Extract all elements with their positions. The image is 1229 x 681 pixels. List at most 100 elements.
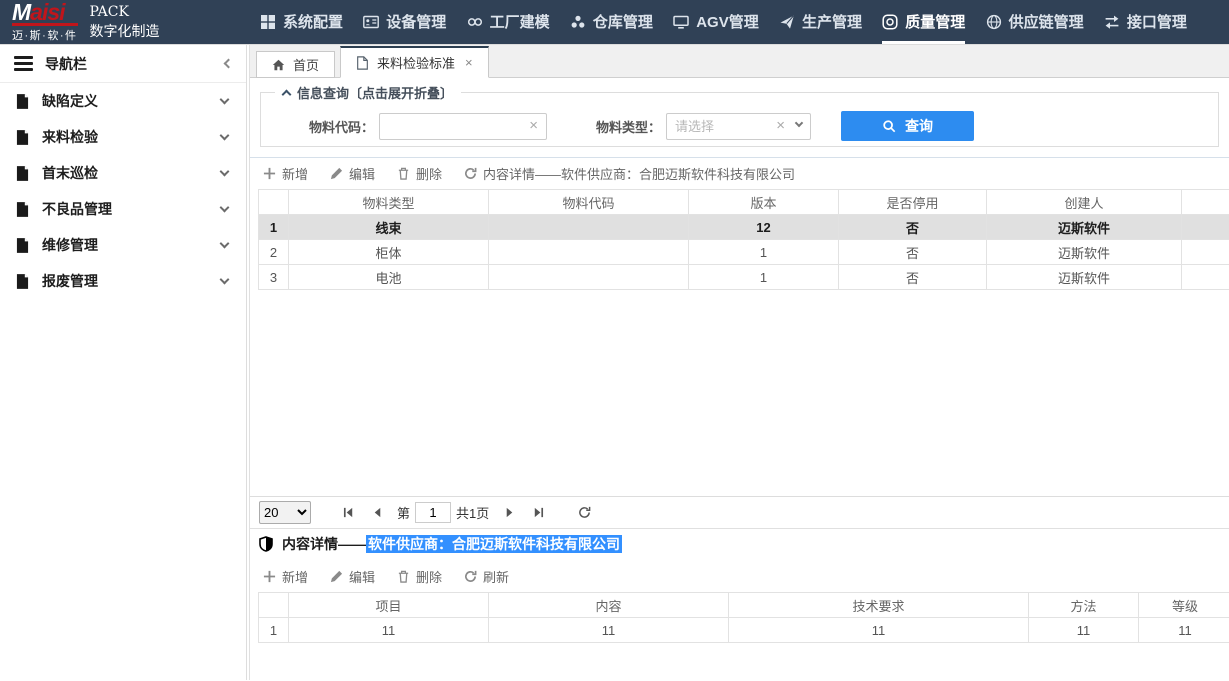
table-row[interactable]: 3电池 1否迈斯软件2 bbox=[259, 265, 1229, 290]
table-cell[interactable]: 迈斯软件 bbox=[987, 240, 1182, 265]
delete-button[interactable]: 删除 bbox=[397, 164, 442, 183]
sidebar-item-3[interactable]: 不良品管理 bbox=[0, 191, 246, 227]
table-cell[interactable]: 11 bbox=[1029, 618, 1139, 643]
table-cell[interactable]: 迈斯软件 bbox=[987, 215, 1182, 240]
column-header[interactable]: 是否停用 bbox=[839, 190, 987, 215]
table-cell[interactable]: 否 bbox=[839, 240, 987, 265]
column-header[interactable]: 技术要求 bbox=[729, 593, 1029, 618]
page-size-select[interactable]: 20 bbox=[259, 501, 311, 524]
sidebar-item-0[interactable]: 缺陷定义 bbox=[0, 83, 246, 119]
table-row[interactable]: 2柜体1否迈斯软件2 bbox=[259, 240, 1229, 265]
clear-icon[interactable]: × bbox=[776, 118, 785, 133]
tab-home[interactable]: 首页 bbox=[256, 51, 335, 78]
tab-label: 首页 bbox=[293, 55, 319, 74]
column-header[interactable]: 创建人 bbox=[987, 190, 1182, 215]
table-cell[interactable] bbox=[489, 265, 689, 290]
column-header[interactable]: 项目 bbox=[289, 593, 489, 618]
nav-item-quality[interactable]: 质量管理 bbox=[882, 0, 965, 44]
nav-item-modules[interactable]: 系统配置 bbox=[260, 0, 343, 44]
table-cell[interactable]: 2 bbox=[1182, 240, 1229, 265]
sidebar-item-5[interactable]: 报废管理 bbox=[0, 263, 246, 299]
material-code-input[interactable] bbox=[379, 113, 547, 140]
detail-toolbar: 新增 编辑 删除 刷新 bbox=[250, 558, 1229, 592]
table-cell[interactable]: 12 bbox=[689, 215, 839, 240]
page-number-input[interactable] bbox=[415, 502, 451, 523]
table-cell[interactable]: 1 bbox=[689, 240, 839, 265]
app-logo: Maisi 迈·斯·软·件 PACK 数字化制造 bbox=[0, 0, 252, 44]
search-button-label: 查询 bbox=[905, 116, 933, 136]
table-cell[interactable]: 11 bbox=[489, 618, 729, 643]
content-panel: 首页 来料检验标准 × 信息查询〔点击展开折叠〕 物料代码： × bbox=[249, 45, 1229, 680]
table-cell[interactable]: 柜体 bbox=[289, 240, 489, 265]
table-row[interactable]: 11111111111 bbox=[259, 618, 1229, 643]
edit-button[interactable]: 编辑 bbox=[330, 164, 375, 183]
prev-page-button[interactable] bbox=[368, 504, 386, 522]
tab-incoming-inspection-standard[interactable]: 来料检验标准 × bbox=[340, 46, 489, 78]
table-cell[interactable]: 电池 bbox=[289, 265, 489, 290]
column-header[interactable] bbox=[259, 190, 289, 215]
column-header[interactable] bbox=[1182, 190, 1229, 215]
table-cell[interactable]: 否 bbox=[839, 215, 987, 240]
table-cell[interactable]: 2 bbox=[1182, 265, 1229, 290]
column-header[interactable]: 版本 bbox=[689, 190, 839, 215]
column-header[interactable]: 等级 bbox=[1139, 593, 1229, 618]
table-cell[interactable] bbox=[489, 215, 689, 240]
reload-icon bbox=[578, 506, 591, 519]
sidebar-item-4[interactable]: 维修管理 bbox=[0, 227, 246, 263]
hamburger-icon[interactable] bbox=[14, 56, 33, 71]
sidebar-menu: 缺陷定义来料检验首末巡检不良品管理维修管理报废管理 bbox=[0, 83, 246, 299]
collapse-sidebar-icon[interactable] bbox=[224, 59, 234, 69]
next-page-button[interactable] bbox=[500, 504, 518, 522]
factory-link-icon bbox=[467, 14, 483, 30]
table-cell[interactable]: 否 bbox=[839, 265, 987, 290]
edit-button[interactable]: 编辑 bbox=[330, 567, 375, 586]
nav-item-production[interactable]: 生产管理 bbox=[779, 0, 862, 44]
sidebar-item-2[interactable]: 首末巡检 bbox=[0, 155, 246, 191]
first-page-button[interactable] bbox=[339, 504, 357, 522]
table-cell[interactable]: 1 bbox=[689, 265, 839, 290]
agv-monitor-icon bbox=[673, 14, 689, 30]
column-header[interactable]: 物料类型 bbox=[289, 190, 489, 215]
document-icon bbox=[16, 94, 29, 109]
device-card-icon bbox=[363, 14, 379, 30]
column-header[interactable]: 物料代码 bbox=[489, 190, 689, 215]
pagination-bar: 20 第 共1页 bbox=[250, 496, 1229, 528]
product-name: PACK 数字化制造 bbox=[90, 2, 160, 43]
reload-button[interactable] bbox=[575, 504, 593, 522]
row-number: 3 bbox=[259, 265, 289, 290]
clear-icon[interactable]: × bbox=[529, 118, 538, 133]
nav-item-interface[interactable]: 接口管理 bbox=[1104, 0, 1187, 44]
nav-item-agv[interactable]: AGV管理 bbox=[673, 0, 759, 44]
table-cell[interactable]: 2 bbox=[1182, 215, 1229, 240]
nav-item-device[interactable]: 设备管理 bbox=[363, 0, 446, 44]
material-type-select[interactable] bbox=[666, 113, 811, 140]
column-header[interactable] bbox=[259, 593, 289, 618]
table-cell[interactable]: 11 bbox=[729, 618, 1029, 643]
refresh-button[interactable]: 刷新 bbox=[464, 567, 509, 586]
delete-button[interactable]: 删除 bbox=[397, 567, 442, 586]
nav-item-factory[interactable]: 工厂建模 bbox=[467, 0, 550, 44]
table-row[interactable]: 1线束12否迈斯软件2 bbox=[259, 215, 1229, 240]
home-icon bbox=[272, 58, 285, 72]
sidebar-header[interactable]: 导航栏 bbox=[0, 45, 246, 83]
add-button[interactable]: 新增 bbox=[263, 164, 308, 183]
nav-item-warehouse[interactable]: 仓库管理 bbox=[570, 0, 653, 44]
table-cell[interactable]: 线束 bbox=[289, 215, 489, 240]
column-header[interactable]: 方法 bbox=[1029, 593, 1139, 618]
plus-icon bbox=[263, 570, 276, 583]
sidebar-item-1[interactable]: 来料检验 bbox=[0, 119, 246, 155]
search-button[interactable]: 查询 bbox=[841, 111, 974, 141]
content-detail-button[interactable]: 内容详情——软件供应商：合肥迈斯软件科技有限公司 bbox=[464, 164, 795, 183]
chevron-down-icon bbox=[220, 131, 230, 141]
add-button[interactable]: 新增 bbox=[263, 567, 308, 586]
close-tab-icon[interactable]: × bbox=[465, 56, 473, 69]
table-cell[interactable]: 11 bbox=[1139, 618, 1229, 643]
nav-item-supply[interactable]: 供应链管理 bbox=[986, 0, 1084, 44]
table-cell[interactable]: 迈斯软件 bbox=[987, 265, 1182, 290]
modules-grid-icon bbox=[260, 14, 276, 30]
query-legend[interactable]: 信息查询〔点击展开折叠〕 bbox=[275, 83, 461, 102]
table-cell[interactable]: 11 bbox=[289, 618, 489, 643]
column-header[interactable]: 内容 bbox=[489, 593, 729, 618]
last-page-button[interactable] bbox=[529, 504, 547, 522]
table-cell[interactable] bbox=[489, 240, 689, 265]
